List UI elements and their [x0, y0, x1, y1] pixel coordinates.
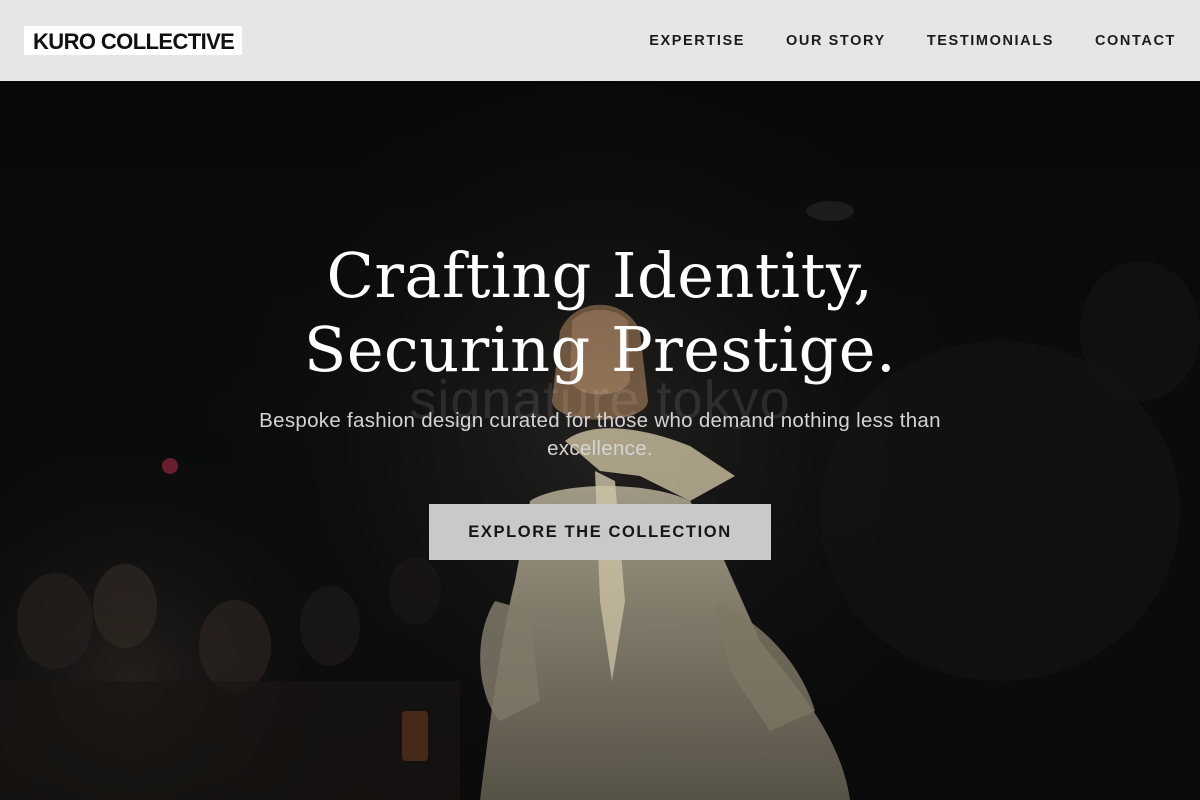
brand-logo[interactable]: KURO COLLECTIVE — [24, 26, 243, 55]
nav-link-contact[interactable]: CONTACT — [1095, 33, 1176, 49]
hero-headline-line2: Securing Prestige. — [303, 313, 897, 386]
hero-headline-line1: Crafting Identity, — [326, 239, 874, 312]
hero-content: signature tokyo Crafting Identity, Secur… — [0, 81, 1200, 800]
main-nav: EXPERTISE OUR STORY TESTIMONIALS CONTACT — [649, 33, 1176, 49]
nav-link-expertise[interactable]: EXPERTISE — [649, 33, 745, 49]
hero-section: signature tokyo Crafting Identity, Secur… — [0, 81, 1200, 800]
hero-headline: Crafting Identity, Securing Prestige. — [0, 239, 1200, 387]
nav-link-our-story[interactable]: OUR STORY — [786, 33, 886, 49]
explore-collection-button[interactable]: EXPLORE THE COLLECTION — [429, 504, 771, 560]
site-header: KURO COLLECTIVE EXPERTISE OUR STORY TEST… — [0, 0, 1200, 81]
hero-subheading: Bespoke fashion design curated for those… — [259, 409, 941, 460]
nav-link-testimonials[interactable]: TESTIMONIALS — [927, 33, 1054, 49]
